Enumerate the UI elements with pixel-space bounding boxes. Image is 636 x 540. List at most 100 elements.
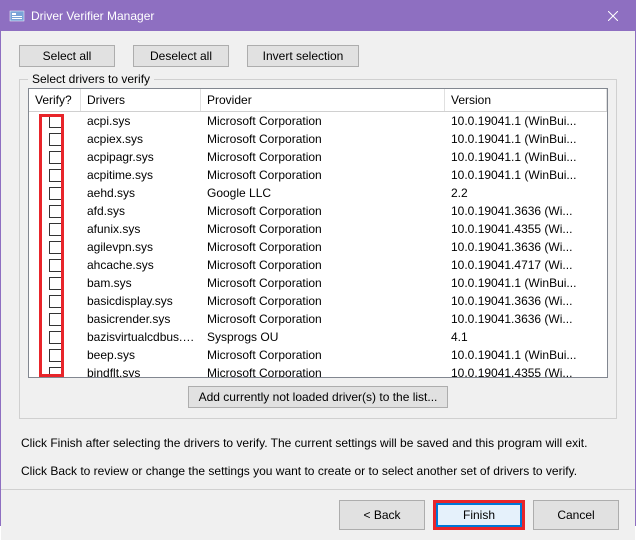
table-row[interactable]: acpipagr.sysMicrosoft Corporation10.0.19… — [29, 148, 607, 166]
drivers-groupbox: Select drivers to verify Verify? Drivers… — [19, 79, 617, 419]
hint-finish: Click Finish after selecting the drivers… — [21, 435, 615, 451]
list-header: Verify? Drivers Provider Version — [29, 89, 607, 112]
verify-checkbox[interactable] — [49, 259, 62, 272]
add-driver-row: Add currently not loaded driver(s) to th… — [28, 386, 608, 408]
verify-cell — [29, 330, 81, 345]
invert-selection-button[interactable]: Invert selection — [247, 45, 359, 67]
table-row[interactable]: beep.sysMicrosoft Corporation10.0.19041.… — [29, 346, 607, 364]
column-header-version[interactable]: Version — [445, 89, 607, 111]
provider-cell: Microsoft Corporation — [201, 239, 445, 255]
verify-checkbox[interactable] — [49, 169, 62, 182]
provider-cell: Sysprogs OU — [201, 329, 445, 345]
provider-cell: Microsoft Corporation — [201, 275, 445, 291]
verify-checkbox[interactable] — [49, 367, 62, 378]
version-cell: 10.0.19041.1 (WinBui... — [445, 149, 607, 165]
verify-checkbox[interactable] — [49, 331, 62, 344]
driver-name-cell: ahcache.sys — [81, 257, 201, 273]
verify-cell — [29, 348, 81, 363]
verify-checkbox[interactable] — [49, 349, 62, 362]
list-body[interactable]: acpi.sysMicrosoft Corporation10.0.19041.… — [29, 112, 607, 377]
version-cell: 10.0.19041.4355 (Wi... — [445, 221, 607, 237]
verify-cell — [29, 204, 81, 219]
verify-checkbox[interactable] — [49, 313, 62, 326]
app-icon — [9, 8, 25, 24]
select-all-button[interactable]: Select all — [19, 45, 115, 67]
driver-name-cell: agilevpn.sys — [81, 239, 201, 255]
finish-button[interactable]: Finish — [436, 503, 522, 527]
verify-cell — [29, 132, 81, 147]
driver-name-cell: afd.sys — [81, 203, 201, 219]
table-row[interactable]: ahcache.sysMicrosoft Corporation10.0.190… — [29, 256, 607, 274]
driver-name-cell: acpiex.sys — [81, 131, 201, 147]
table-row[interactable]: acpi.sysMicrosoft Corporation10.0.19041.… — [29, 112, 607, 130]
verify-cell — [29, 222, 81, 237]
verify-cell — [29, 168, 81, 183]
table-row[interactable]: aehd.sysGoogle LLC2.2 — [29, 184, 607, 202]
verify-checkbox[interactable] — [49, 115, 62, 128]
driver-verifier-window: Driver Verifier Manager Select all Desel… — [0, 0, 636, 526]
verify-checkbox[interactable] — [49, 223, 62, 236]
add-not-loaded-button[interactable]: Add currently not loaded driver(s) to th… — [188, 386, 448, 408]
hint-back: Click Back to review or change the setti… — [21, 463, 615, 479]
driver-name-cell: aehd.sys — [81, 185, 201, 201]
version-cell: 10.0.19041.4717 (Wi... — [445, 257, 607, 273]
top-button-row: Select all Deselect all Invert selection — [19, 45, 617, 67]
table-row[interactable]: agilevpn.sysMicrosoft Corporation10.0.19… — [29, 238, 607, 256]
column-header-provider[interactable]: Provider — [201, 89, 445, 111]
content-area: Select all Deselect all Invert selection… — [1, 31, 635, 489]
provider-cell: Microsoft Corporation — [201, 221, 445, 237]
verify-cell — [29, 276, 81, 291]
driver-name-cell: bam.sys — [81, 275, 201, 291]
provider-cell: Microsoft Corporation — [201, 293, 445, 309]
table-row[interactable]: bazisvirtualcdbus.sysSysprogs OU4.1 — [29, 328, 607, 346]
window-title: Driver Verifier Manager — [31, 9, 590, 23]
column-header-drivers[interactable]: Drivers — [81, 89, 201, 111]
titlebar: Driver Verifier Manager — [1, 1, 635, 31]
verify-checkbox[interactable] — [49, 277, 62, 290]
driver-name-cell: afunix.sys — [81, 221, 201, 237]
column-header-verify[interactable]: Verify? — [29, 89, 81, 111]
version-cell: 10.0.19041.1 (WinBui... — [445, 131, 607, 147]
provider-cell: Microsoft Corporation — [201, 257, 445, 273]
driver-name-cell: bazisvirtualcdbus.sys — [81, 329, 201, 345]
version-cell: 10.0.19041.1 (WinBui... — [445, 113, 607, 129]
driver-name-cell: bindflt.sys — [81, 365, 201, 377]
version-cell: 10.0.19041.3636 (Wi... — [445, 203, 607, 219]
verify-cell — [29, 240, 81, 255]
provider-cell: Microsoft Corporation — [201, 347, 445, 363]
provider-cell: Microsoft Corporation — [201, 203, 445, 219]
verify-checkbox[interactable] — [49, 205, 62, 218]
verify-checkbox[interactable] — [49, 241, 62, 254]
close-button[interactable] — [590, 1, 635, 31]
table-row[interactable]: basicrender.sysMicrosoft Corporation10.0… — [29, 310, 607, 328]
provider-cell: Microsoft Corporation — [201, 365, 445, 377]
deselect-all-button[interactable]: Deselect all — [133, 45, 229, 67]
verify-checkbox[interactable] — [49, 187, 62, 200]
table-row[interactable]: bindflt.sysMicrosoft Corporation10.0.190… — [29, 364, 607, 377]
table-row[interactable]: acpitime.sysMicrosoft Corporation10.0.19… — [29, 166, 607, 184]
version-cell: 2.2 — [445, 185, 607, 201]
verify-checkbox[interactable] — [49, 133, 62, 146]
table-row[interactable]: afunix.sysMicrosoft Corporation10.0.1904… — [29, 220, 607, 238]
verify-cell — [29, 186, 81, 201]
provider-cell: Microsoft Corporation — [201, 113, 445, 129]
verify-cell — [29, 294, 81, 309]
table-row[interactable]: basicdisplay.sysMicrosoft Corporation10.… — [29, 292, 607, 310]
version-cell: 10.0.19041.1 (WinBui... — [445, 275, 607, 291]
provider-cell: Microsoft Corporation — [201, 149, 445, 165]
version-cell: 10.0.19041.1 (WinBui... — [445, 347, 607, 363]
table-row[interactable]: afd.sysMicrosoft Corporation10.0.19041.3… — [29, 202, 607, 220]
drivers-list: Verify? Drivers Provider Version acpi.sy… — [28, 88, 608, 378]
verify-checkbox[interactable] — [49, 151, 62, 164]
verify-checkbox[interactable] — [49, 295, 62, 308]
version-cell: 4.1 — [445, 329, 607, 345]
table-row[interactable]: acpiex.sysMicrosoft Corporation10.0.1904… — [29, 130, 607, 148]
provider-cell: Microsoft Corporation — [201, 311, 445, 327]
driver-name-cell: acpitime.sys — [81, 167, 201, 183]
table-row[interactable]: bam.sysMicrosoft Corporation10.0.19041.1… — [29, 274, 607, 292]
verify-cell — [29, 258, 81, 273]
driver-name-cell: basicdisplay.sys — [81, 293, 201, 309]
driver-name-cell: acpipagr.sys — [81, 149, 201, 165]
provider-cell: Microsoft Corporation — [201, 167, 445, 183]
wizard-footer: < Back Finish Cancel — [1, 489, 635, 540]
